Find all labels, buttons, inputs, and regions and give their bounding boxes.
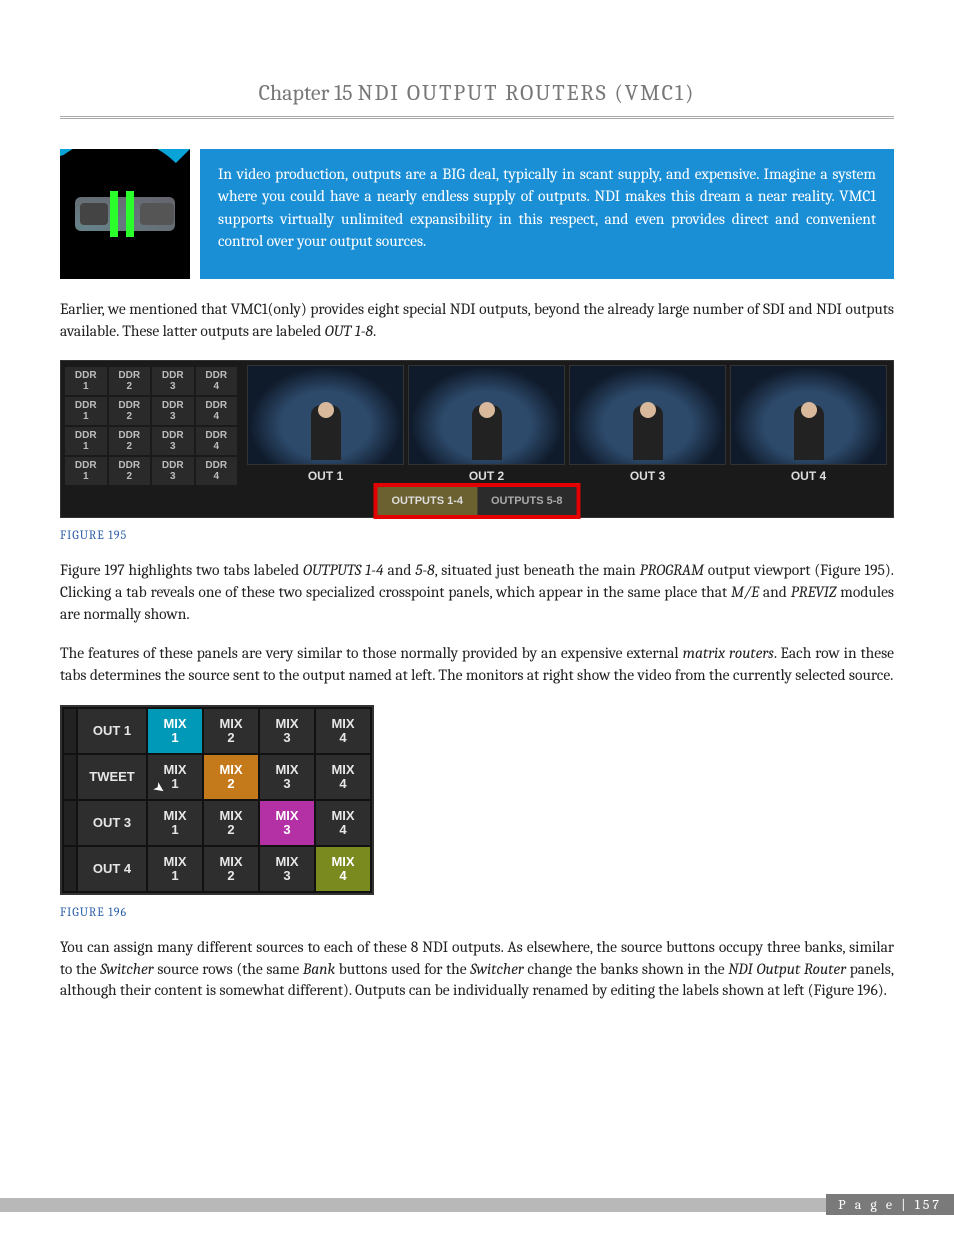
chapter-title-text: NDI OUTPUT ROUTERS (VMC1) bbox=[357, 80, 695, 106]
ddr-button[interactable]: DDR 3 bbox=[152, 397, 194, 425]
intro-row: In video production, outputs are a BIG d… bbox=[60, 149, 894, 279]
ddr-button[interactable]: DDR 2 bbox=[109, 397, 151, 425]
ddr-button[interactable]: DDR 4 bbox=[196, 427, 238, 455]
ddr-button[interactable]: DDR 1 bbox=[65, 397, 107, 425]
page-footer: P a g e | 157 bbox=[0, 1194, 954, 1215]
row-handle bbox=[64, 801, 76, 845]
figure-196-caption: FIGURE 196 bbox=[60, 905, 894, 919]
ddr-bank-grid: DDR 1DDR 2DDR 3DDR 4DDR 1DDR 2DDR 3DDR 4… bbox=[61, 365, 241, 487]
figure-195-caption: FIGURE 195 bbox=[60, 528, 894, 542]
intro-callout: In video production, outputs are a BIG d… bbox=[200, 149, 894, 279]
output-preview bbox=[730, 365, 887, 465]
tab-outputs-1-4[interactable]: OUTPUTS 1-4 bbox=[377, 487, 477, 515]
output-tabs-highlight: OUTPUTS 1-4 OUTPUTS 5-8 bbox=[373, 483, 580, 519]
ddr-button[interactable]: DDR 4 bbox=[196, 367, 238, 395]
output-monitor: OUT 4 bbox=[730, 365, 887, 487]
row-handle bbox=[64, 755, 76, 799]
output-monitor-strip: OUT 1OUT 2OUT 3OUT 4 bbox=[241, 365, 893, 487]
mix-source-button[interactable]: MIX 1 bbox=[148, 709, 202, 753]
ddr-button[interactable]: DDR 1 bbox=[65, 427, 107, 455]
mix-source-button[interactable]: MIX 2 bbox=[204, 801, 258, 845]
mix-source-button[interactable]: MIX 1 bbox=[148, 801, 202, 845]
ddr-button[interactable]: DDR 2 bbox=[109, 457, 151, 485]
output-monitor: OUT 2 bbox=[408, 365, 565, 487]
output-preview bbox=[569, 365, 726, 465]
output-monitor: OUT 1 bbox=[247, 365, 404, 487]
mix-source-button[interactable]: MIX 3 bbox=[260, 847, 314, 891]
output-row-label[interactable]: OUT 1 bbox=[78, 709, 146, 753]
output-preview bbox=[408, 365, 565, 465]
tab-outputs-5-8[interactable]: OUTPUTS 5-8 bbox=[477, 487, 577, 515]
ddr-button[interactable]: DDR 3 bbox=[152, 427, 194, 455]
ddr-button[interactable]: DDR 3 bbox=[152, 457, 194, 485]
output-row-label[interactable]: OUT 4 bbox=[78, 847, 146, 891]
row-handle bbox=[64, 709, 76, 753]
figure-196: OUT 1MIX 1MIX 2MIX 3MIX 4TWEETMIX 1MIX 2… bbox=[60, 705, 374, 895]
mix-source-button[interactable]: MIX 4 bbox=[316, 755, 370, 799]
mix-source-button[interactable]: MIX 4 bbox=[316, 801, 370, 845]
paragraph-3: The features of these panels are very si… bbox=[60, 643, 894, 686]
mix-source-button[interactable]: MIX 2 bbox=[204, 709, 258, 753]
mix-source-button[interactable]: MIX 3 bbox=[260, 801, 314, 845]
figure-195: DDR 1DDR 2DDR 3DDR 4DDR 1DDR 2DDR 3DDR 4… bbox=[60, 360, 894, 518]
paragraph-1: Earlier, we mentioned that VMC1(only) pr… bbox=[60, 299, 894, 342]
page-number: P a g e | 157 bbox=[826, 1194, 954, 1215]
ddr-button[interactable]: DDR 1 bbox=[65, 367, 107, 395]
footer-bar bbox=[0, 1198, 826, 1212]
ddr-button[interactable]: DDR 1 bbox=[65, 457, 107, 485]
mix-source-button[interactable]: MIX 3 bbox=[260, 755, 314, 799]
ddr-button[interactable]: DDR 2 bbox=[109, 367, 151, 395]
mix-source-button[interactable]: MIX 2 bbox=[204, 847, 258, 891]
mix-source-button[interactable]: MIX 4 bbox=[316, 709, 370, 753]
ddr-button[interactable]: DDR 4 bbox=[196, 397, 238, 425]
output-row-label[interactable]: OUT 3 bbox=[78, 801, 146, 845]
connector-icon bbox=[60, 149, 190, 279]
output-row-label[interactable]: TWEET bbox=[78, 755, 146, 799]
paragraph-2: Figure 197 highlights two tabs labeled O… bbox=[60, 560, 894, 625]
row-handle bbox=[64, 847, 76, 891]
output-monitor: OUT 3 bbox=[569, 365, 726, 487]
paragraph-4: You can assign many different sources to… bbox=[60, 937, 894, 1002]
mix-source-button[interactable]: MIX 2 bbox=[204, 755, 258, 799]
mix-source-button[interactable]: MIX 1 bbox=[148, 847, 202, 891]
ddr-button[interactable]: DDR 3 bbox=[152, 367, 194, 395]
mix-source-button[interactable]: MIX 3 bbox=[260, 709, 314, 753]
chapter-heading: Chapter 15 NDI OUTPUT ROUTERS (VMC1) bbox=[60, 80, 894, 119]
output-label: OUT 3 bbox=[569, 465, 726, 487]
mix-source-button[interactable]: MIX 4 bbox=[316, 847, 370, 891]
ddr-button[interactable]: DDR 2 bbox=[109, 427, 151, 455]
ddr-button[interactable]: DDR 4 bbox=[196, 457, 238, 485]
output-preview bbox=[247, 365, 404, 465]
mix-source-button[interactable]: MIX 1 bbox=[148, 755, 202, 799]
output-label: OUT 4 bbox=[730, 465, 887, 487]
chapter-prefix: Chapter 15 bbox=[259, 80, 353, 106]
